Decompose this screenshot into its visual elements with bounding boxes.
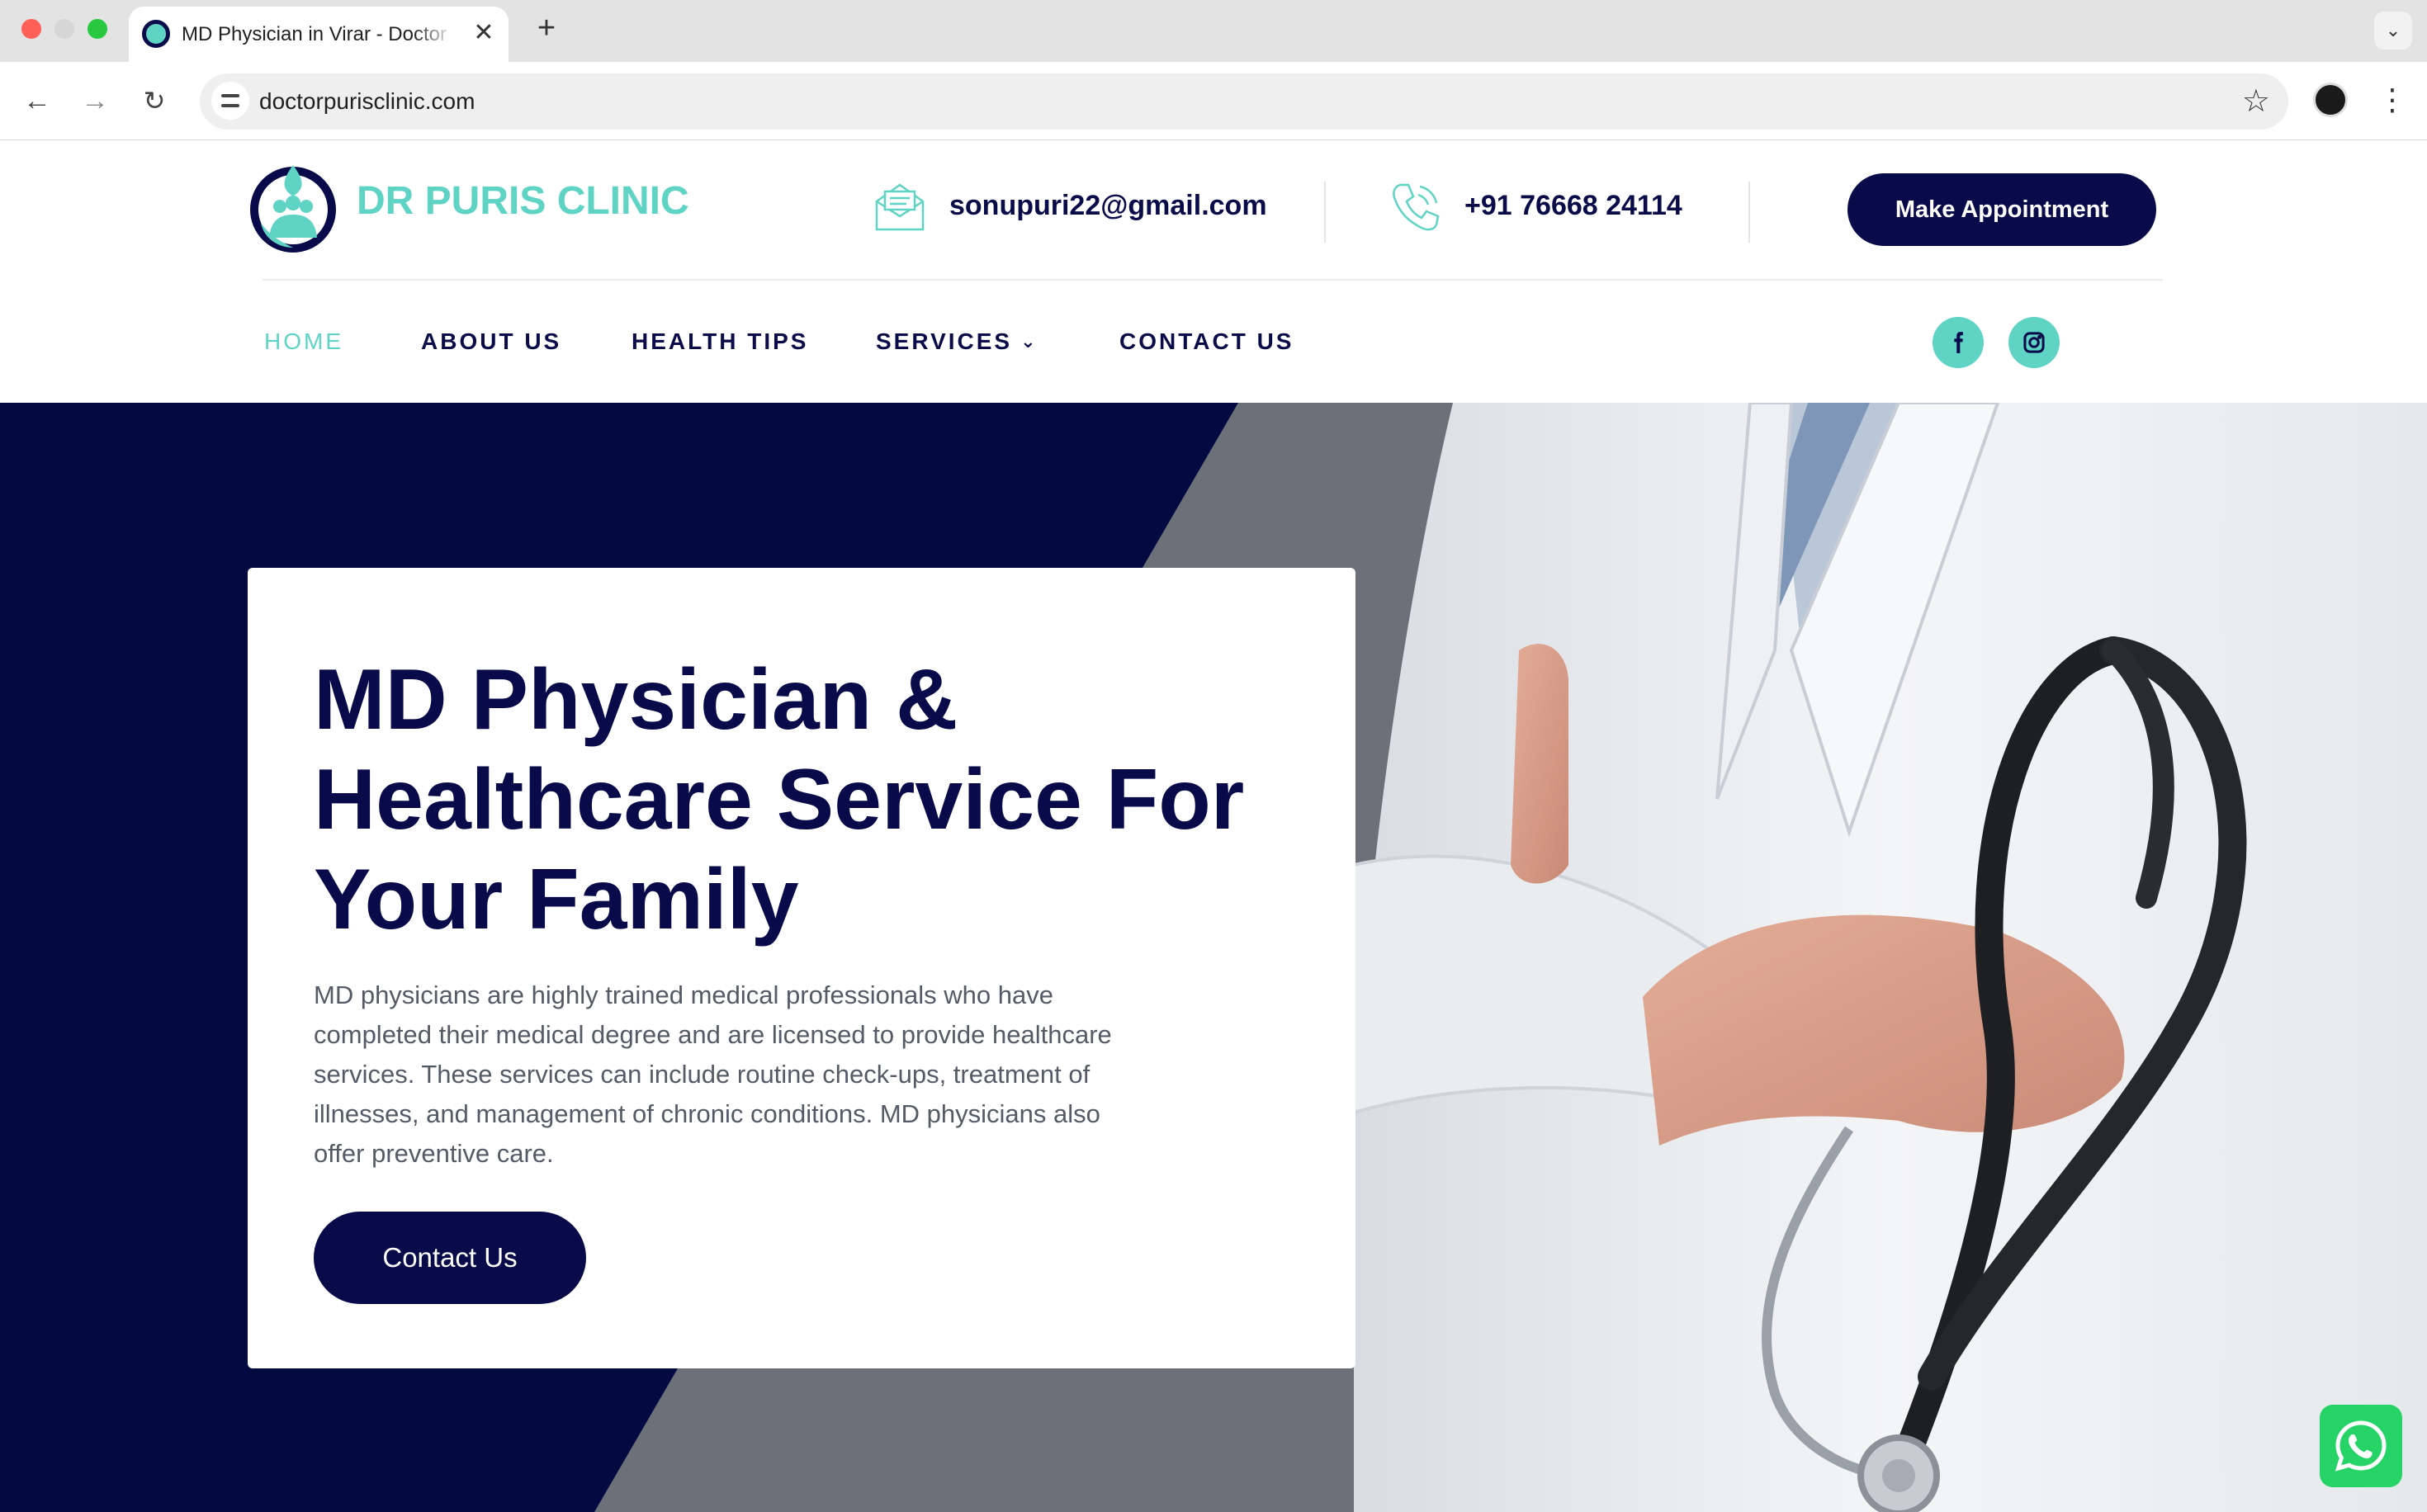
hero-title: MD Physician & Healthcare Service For Yo…	[314, 650, 1304, 950]
nav-home[interactable]: HOME	[264, 328, 343, 355]
hero-title-line-3: Your Family	[314, 852, 799, 947]
nav-health-tips[interactable]: HEALTH TIPS	[632, 328, 808, 355]
phone-text[interactable]: +91 76668 24114	[1464, 190, 1682, 222]
browser-tab-strip: MD Physician in Virar - Doctor Puris Cli…	[0, 0, 2427, 62]
browser-tab[interactable]: MD Physician in Virar - Doctor Puris Cli…	[129, 7, 509, 62]
header-separator	[263, 279, 2163, 281]
instagram-button[interactable]	[2008, 317, 2060, 368]
header-divider	[1324, 182, 1326, 243]
email-text[interactable]: sonupuri22@gmail.com	[949, 190, 1267, 222]
hero-title-highlight: Healthcare	[314, 750, 753, 850]
browser-toolbar: ← → ↻ doctorpurisclinic.com ☆	[0, 62, 2427, 140]
nav-about-us[interactable]: ABOUT US	[421, 328, 561, 355]
url-text[interactable]: doctorpurisclinic.com	[259, 88, 475, 115]
forward-button[interactable]: →	[76, 82, 114, 120]
nav-services[interactable]: SERVICES ⌄	[876, 328, 1038, 355]
reload-button[interactable]: ↻	[135, 82, 173, 120]
logo-text[interactable]: DR PURIS CLINIC	[357, 178, 689, 224]
address-bar[interactable]: doctorpurisclinic.com ☆	[200, 73, 2288, 130]
envelope-icon	[875, 183, 925, 231]
hero-description: MD physicians are highly trained medical…	[314, 980, 1112, 1168]
favicon-icon	[142, 20, 170, 48]
tab-title: MD Physician in Virar - Doctor Puris Cli…	[182, 23, 454, 45]
tab-close-icon[interactable]: ✕	[469, 18, 499, 48]
tab-search-button[interactable]: ⌄	[2374, 12, 2412, 50]
new-tab-button[interactable]: +	[530, 10, 563, 46]
website: DR PURIS CLINIC sonupuri22@gmail.com +91…	[0, 140, 2427, 1512]
nav-services-label: SERVICES	[876, 328, 1013, 354]
profile-avatar[interactable]	[2313, 83, 2348, 117]
contact-us-button[interactable]: Contact Us	[314, 1212, 586, 1304]
site-info-icon[interactable]	[211, 82, 249, 120]
facebook-icon	[1954, 332, 1963, 353]
make-appointment-button[interactable]: Make Appointment	[1847, 173, 2156, 246]
maximize-window-button[interactable]	[88, 19, 107, 39]
hero-title-line-1: MD Physician &	[314, 652, 958, 748]
hero-card: MD Physician & Healthcare Service For Yo…	[248, 568, 1355, 1368]
close-window-button[interactable]	[21, 19, 41, 39]
phone-icon	[1393, 183, 1440, 231]
nav-contact-us[interactable]: CONTACT US	[1119, 328, 1294, 355]
facebook-button[interactable]	[1933, 317, 1984, 368]
clinic-logo-icon[interactable]	[246, 158, 340, 256]
chevron-down-icon: ⌄	[1020, 331, 1038, 352]
header-divider	[1748, 182, 1750, 243]
whatsapp-icon	[2335, 1420, 2387, 1472]
hero-section: MD Physician & Healthcare Service For Yo…	[0, 403, 2427, 1512]
whatsapp-button[interactable]	[2320, 1405, 2402, 1487]
minimize-window-button[interactable]	[54, 19, 74, 39]
hero-title-line-2: Service For	[752, 752, 1245, 848]
back-button[interactable]: ←	[18, 82, 56, 120]
site-header: DR PURIS CLINIC sonupuri22@gmail.com +91…	[0, 140, 2427, 403]
bookmark-star-icon[interactable]: ☆	[2242, 83, 2270, 120]
browser-menu-icon[interactable]: ⋮	[2377, 81, 2407, 119]
instagram-icon	[2023, 332, 2045, 353]
